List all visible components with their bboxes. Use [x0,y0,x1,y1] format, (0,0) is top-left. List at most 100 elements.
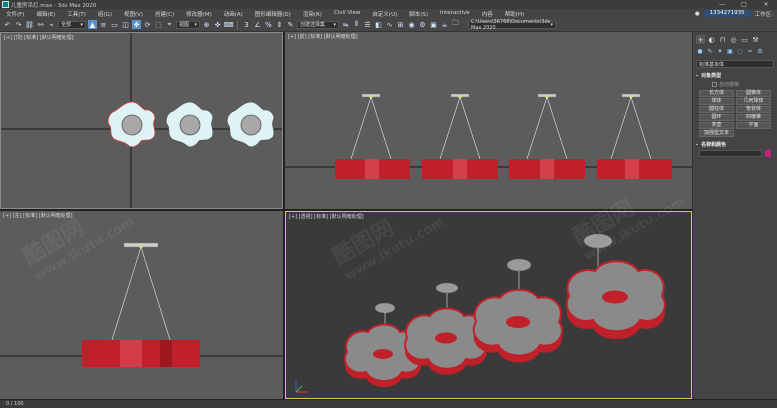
spinner-snap-icon[interactable]: ⇕ [275,20,284,29]
mirror-icon[interactable]: ⇋ [341,20,350,29]
viewport-perspective[interactable]: [+] [透视] [标准] [默认明暗处理] [285,211,692,399]
minimize-button[interactable]: — [711,0,733,9]
rectangular-selection-icon[interactable]: ▭ [110,20,119,29]
viewport-top[interactable]: [+] [顶] [标准] [默认明暗处理] [0,32,283,209]
folder-icon[interactable]: 🗀 [451,19,460,29]
space-warps-icon[interactable]: ≈ [746,47,754,55]
toggle-layer-explorer-icon[interactable]: ◧ [374,20,383,29]
keyboard-shortcut-override-icon[interactable]: ⌨ [223,20,233,29]
checkbox-icon[interactable] [712,82,717,87]
align-icon[interactable]: ⫴ [352,20,361,29]
plane-button[interactable]: 平面 [736,122,771,129]
render-setup-icon[interactable]: ⚙ [418,20,427,29]
menu-create[interactable]: 创建(C) [149,10,180,18]
menu-customize[interactable]: 自定义(U) [366,10,403,18]
selection-filter-dropdown[interactable]: 全部 ▾ [58,20,86,29]
link-icon[interactable]: ⛓ [25,20,34,29]
percent-snap-icon[interactable]: % [264,20,273,29]
menu-help[interactable]: 帮助(H) [499,10,530,18]
viewport-front[interactable]: [+] [前] [标准] [默认明暗处理] [285,32,692,209]
geosphere-button[interactable]: 几何球体 [736,98,771,105]
viewport-label-left[interactable]: [+] [左] [标准] [默认明暗处理] [3,212,73,219]
viewport-left[interactable]: [+] [左] [标准] [默认明暗处理] [0,211,283,399]
menu-tools[interactable]: 工具(T) [61,10,92,18]
create-tab-icon[interactable]: + [696,35,705,44]
curve-editor-icon[interactable]: ∿ [385,20,394,29]
render-production-icon[interactable]: ☕ [440,20,449,29]
geometry-category-dropdown[interactable]: 标准基本体 [696,60,774,68]
modify-tab-icon[interactable]: ◐ [707,35,716,44]
tube-button[interactable]: 管状体 [736,106,771,113]
viewport-label-perspective[interactable]: [+] [透视] [标准] [默认明暗处理] [289,213,364,220]
project-path-field[interactable]: C:\Users\36768\Documents\3ds Max 2020 ▾ [468,19,556,31]
angle-snap-icon[interactable]: ∠ [253,20,262,29]
pivot-center-icon[interactable]: ⊕ [202,20,211,29]
menu-content[interactable]: 内容 [476,10,499,18]
close-button[interactable]: ✕ [755,0,777,9]
material-editor-icon[interactable]: ◉ [407,20,416,29]
object-name-field[interactable] [699,150,762,157]
autogrid-checkbox[interactable]: 自动栅格 [696,81,774,88]
toggle-scene-explorer-icon[interactable]: ☰ [363,20,372,29]
menu-scripting[interactable]: 脚本(S) [403,10,434,18]
place-icon[interactable]: ⌖ [165,20,174,29]
object-type-rollout[interactable]: 对象类型 [696,72,774,79]
select-and-scale-icon[interactable]: ⬚ [154,20,163,29]
unlink-icon[interactable]: ⚯ [36,20,45,29]
menu-views[interactable]: 视图(V) [118,10,149,18]
window-crossing-icon[interactable]: ◫ [121,20,130,29]
workspace-label[interactable]: 工作区: [755,10,773,18]
display-tab-icon[interactable]: ▭ [740,35,749,44]
menu-rendering[interactable]: 渲染(R) [297,10,328,18]
name-and-color-rollout[interactable]: 名称和颜色 [696,141,774,148]
hierarchy-tab-icon[interactable]: ⊓ [718,35,727,44]
menu-file[interactable]: 文件(F) [0,10,30,18]
front-view-drawing [285,93,692,179]
viewport-label-front[interactable]: [+] [前] [标准] [默认明暗处理] [288,33,358,40]
lamp-front-view-4 [597,93,672,179]
snap-toggle-icon[interactable]: 3 [242,20,251,29]
motion-tab-icon[interactable]: ◎ [729,35,738,44]
menu-edit[interactable]: 编辑(E) [30,10,61,18]
select-and-move-icon[interactable]: ✥ [132,20,141,29]
pyramid-button[interactable]: 四棱锥 [736,114,771,121]
redo-icon[interactable]: ↷ [14,20,23,29]
rendered-frame-window-icon[interactable]: ▣ [429,20,438,29]
reference-coordinate-dropdown[interactable]: 视图 ▾ [176,20,200,29]
select-object-icon[interactable]: ▲ [88,20,97,29]
named-selection-sets-dropdown[interactable]: 创建选择集 ▾ [297,20,339,29]
shapes-icon[interactable]: ✎ [706,47,714,55]
undo-icon[interactable]: ↶ [3,20,12,29]
schematic-view-icon[interactable]: ⊞ [396,20,405,29]
edit-named-selection-icon[interactable]: ✎ [286,20,295,29]
time-slider-readout[interactable]: 0 / 100 [6,401,24,407]
select-by-name-icon[interactable]: ≡ [99,20,108,29]
menu-civil-view[interactable]: Civil View [328,10,366,18]
teapot-button[interactable]: 茶壶 [699,122,734,129]
menu-animation[interactable]: 动画(A) [218,10,249,18]
cylinder-button[interactable]: 圆柱体 [699,106,734,113]
torus-button[interactable]: 圆环 [699,114,734,121]
bind-space-warp-icon[interactable]: ⌁ [47,20,56,29]
sphere-button[interactable]: 球体 [699,98,734,105]
text-plus-button[interactable]: 加强型文本 [699,130,734,137]
select-and-rotate-icon[interactable]: ⟳ [143,20,152,29]
geometry-icon[interactable]: ● [696,47,704,55]
menu-group[interactable]: 组(G) [92,10,118,18]
menu-modifiers[interactable]: 修改器(M) [180,10,218,18]
user-account-button[interactable]: 1334271935 [703,10,751,17]
mirror-axis-icon[interactable]: ✜ [213,20,222,29]
lights-icon[interactable]: ✦ [716,47,724,55]
box-button[interactable]: 长方体 [699,90,734,97]
menu-interactive[interactable]: Interactive [434,10,476,18]
utilities-tab-icon[interactable]: ⚒ [751,35,760,44]
maximize-button[interactable]: □ [733,0,755,9]
object-color-swatch[interactable] [765,150,771,157]
systems-icon[interactable]: ⚙ [756,47,764,55]
helpers-icon[interactable]: ◌ [736,47,744,55]
command-panel-tabs: + ◐ ⊓ ◎ ▭ ⚒ [693,32,777,47]
cameras-icon[interactable]: ▣ [726,47,734,55]
cone-button[interactable]: 圆锥体 [736,90,771,97]
menu-graph-editors[interactable]: 图形编辑器(D) [249,10,297,18]
viewport-label-top[interactable]: [+] [顶] [标准] [默认明暗处理] [4,34,74,41]
